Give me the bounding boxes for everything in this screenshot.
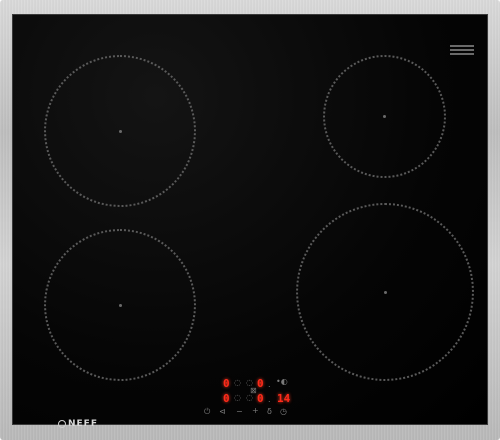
cooking-zone-front-left[interactable] bbox=[44, 229, 196, 381]
zone-center-mark bbox=[383, 115, 386, 118]
minus-button[interactable]: − bbox=[236, 408, 243, 416]
display-front-right[interactable]: 0 bbox=[257, 393, 264, 404]
certification-badge bbox=[450, 45, 474, 67]
cooking-zone-rear-left[interactable] bbox=[44, 55, 196, 207]
power-icon[interactable]: ⏻ bbox=[204, 408, 210, 416]
plus-button[interactable]: + bbox=[252, 407, 259, 415]
brand-name: NEFF bbox=[68, 419, 98, 429]
display-rear-right[interactable]: 0 bbox=[257, 378, 264, 389]
timer-display: 14 bbox=[277, 392, 291, 405]
cooking-zone-rear-right[interactable] bbox=[323, 55, 446, 178]
display-front-left[interactable]: 0 bbox=[223, 393, 230, 404]
boost-icon[interactable]: •◐ bbox=[276, 378, 288, 386]
ceramic-glass-cooktop: NEFF 0 ◌ ◌ 0 . •◐ 0 ◌ ◌ 0 . 14 ⊠ ⏻ ⊲ − +… bbox=[12, 14, 488, 429]
child-lock-icon[interactable]: ⊠ bbox=[250, 387, 257, 395]
timer-icon[interactable]: ◷ bbox=[280, 408, 287, 416]
logo-circle-icon bbox=[58, 420, 66, 428]
zone-center-mark bbox=[118, 129, 122, 133]
lock-icon[interactable]: ⊲ bbox=[219, 408, 226, 416]
zone-center-mark bbox=[383, 290, 387, 294]
cooking-zone-front-right[interactable] bbox=[296, 203, 474, 381]
brand-logo: NEFF bbox=[58, 419, 98, 429]
display-rear-left[interactable]: 0 bbox=[223, 378, 230, 389]
decimal-dot-icon: . bbox=[268, 395, 271, 404]
zone-center-mark bbox=[118, 303, 122, 307]
decimal-dot-icon: . bbox=[268, 380, 271, 389]
zone-indicator-icon: ◌ bbox=[234, 378, 241, 387]
zone-indicator-icon: ◌ bbox=[246, 393, 253, 402]
zone-select-icon[interactable]: δ bbox=[267, 408, 272, 416]
zone-indicator-icon: ◌ bbox=[234, 393, 241, 402]
